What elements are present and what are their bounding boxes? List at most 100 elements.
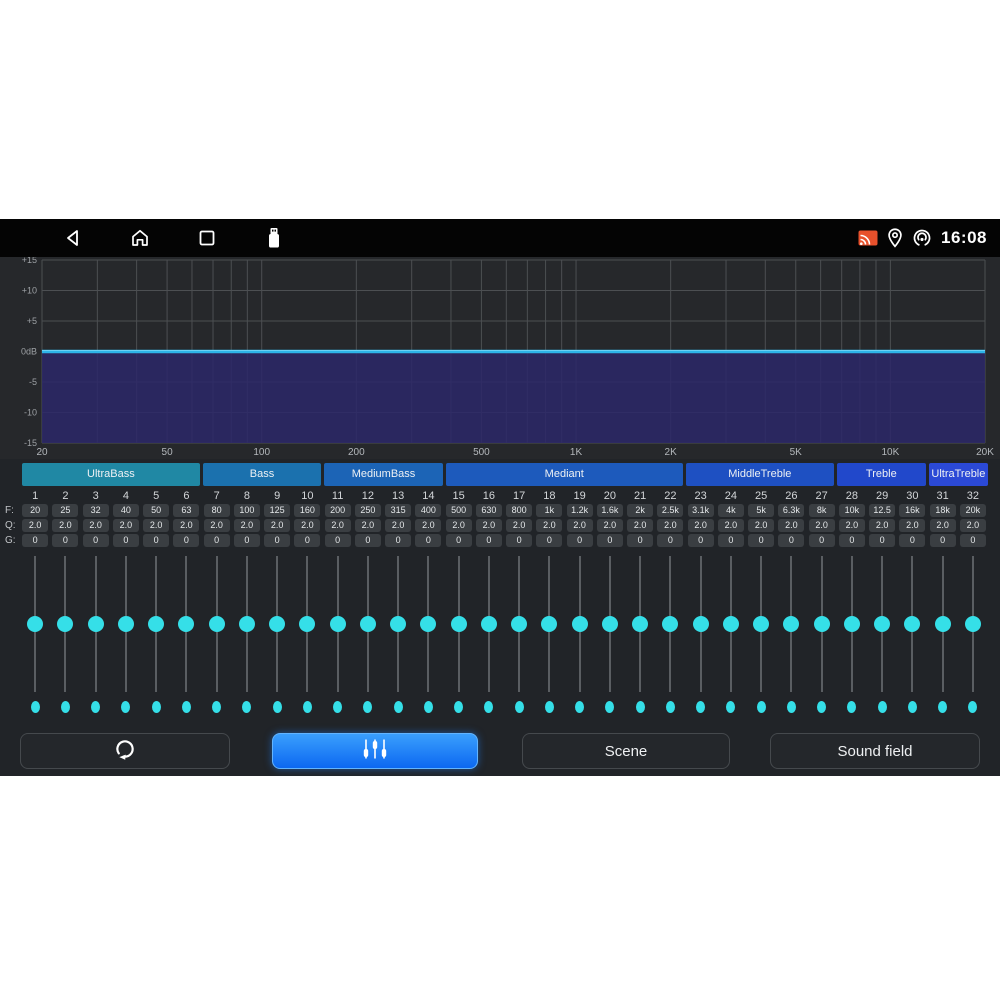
q-value[interactable]: 2.0 <box>264 519 290 532</box>
slider-knob[interactable] <box>814 616 830 632</box>
q-value[interactable]: 2.0 <box>778 519 804 532</box>
slider-knob[interactable] <box>299 616 315 632</box>
freq-value[interactable]: 200 <box>325 504 351 517</box>
eq-slider[interactable] <box>232 556 262 692</box>
gain-value[interactable]: 0 <box>536 534 562 547</box>
slider-knob[interactable] <box>209 616 225 632</box>
slider-knob[interactable] <box>602 616 618 632</box>
eq-slider[interactable] <box>504 556 534 692</box>
eq-slider[interactable] <box>202 556 232 692</box>
eq-slider[interactable] <box>746 556 776 692</box>
slider-knob[interactable] <box>904 616 920 632</box>
freq-value[interactable]: 1.2k <box>567 504 593 517</box>
q-value[interactable]: 2.0 <box>143 519 169 532</box>
reset-button[interactable] <box>20 733 230 769</box>
recents-icon[interactable] <box>195 226 219 250</box>
slider-knob[interactable] <box>874 616 890 632</box>
q-value[interactable]: 2.0 <box>355 519 381 532</box>
slider-knob[interactable] <box>481 616 497 632</box>
gain-value[interactable]: 0 <box>778 534 804 547</box>
slider-knob[interactable] <box>935 616 951 632</box>
slider-knob[interactable] <box>541 616 557 632</box>
freq-value[interactable]: 4k <box>718 504 744 517</box>
freq-value[interactable]: 3.1k <box>688 504 714 517</box>
slider-knob[interactable] <box>269 616 285 632</box>
eq-slider[interactable] <box>867 556 897 692</box>
q-value[interactable]: 2.0 <box>899 519 925 532</box>
eq-slider[interactable] <box>171 556 201 692</box>
slider-knob[interactable] <box>632 616 648 632</box>
gain-value[interactable]: 0 <box>294 534 320 547</box>
eq-slider[interactable] <box>716 556 746 692</box>
sound-field-button[interactable]: Sound field <box>770 733 980 769</box>
slider-knob[interactable] <box>148 616 164 632</box>
scene-button[interactable]: Scene <box>522 733 730 769</box>
gain-value[interactable]: 0 <box>567 534 593 547</box>
q-value[interactable]: 2.0 <box>657 519 683 532</box>
slider-knob[interactable] <box>57 616 73 632</box>
gain-value[interactable]: 0 <box>688 534 714 547</box>
eq-slider[interactable] <box>20 556 50 692</box>
gain-value[interactable]: 0 <box>325 534 351 547</box>
gain-value[interactable]: 0 <box>718 534 744 547</box>
freq-value[interactable]: 50 <box>143 504 169 517</box>
eq-slider[interactable] <box>928 556 958 692</box>
eq-slider[interactable] <box>383 556 413 692</box>
q-value[interactable]: 2.0 <box>627 519 653 532</box>
freq-value[interactable]: 400 <box>415 504 441 517</box>
slider-knob[interactable] <box>178 616 194 632</box>
eq-slider[interactable] <box>444 556 474 692</box>
gain-value[interactable]: 0 <box>173 534 199 547</box>
freq-value[interactable]: 10k <box>839 504 865 517</box>
freq-value[interactable]: 2.5k <box>657 504 683 517</box>
gain-value[interactable]: 0 <box>506 534 532 547</box>
back-icon[interactable] <box>61 226 85 250</box>
freq-value[interactable]: 80 <box>204 504 230 517</box>
freq-value[interactable]: 315 <box>385 504 411 517</box>
gain-value[interactable]: 0 <box>22 534 48 547</box>
q-value[interactable]: 2.0 <box>204 519 230 532</box>
eq-slider[interactable] <box>323 556 353 692</box>
freq-value[interactable]: 2k <box>627 504 653 517</box>
freq-value[interactable]: 100 <box>234 504 260 517</box>
q-value[interactable]: 2.0 <box>234 519 260 532</box>
home-icon[interactable] <box>128 226 152 250</box>
freq-value[interactable]: 630 <box>476 504 502 517</box>
eq-mode-button[interactable] <box>272 733 478 769</box>
q-value[interactable]: 2.0 <box>476 519 502 532</box>
gain-value[interactable]: 0 <box>355 534 381 547</box>
eq-slider[interactable] <box>897 556 927 692</box>
eq-slider[interactable] <box>958 556 988 692</box>
freq-value[interactable]: 1k <box>536 504 562 517</box>
freq-value[interactable]: 25 <box>52 504 78 517</box>
eq-slider[interactable] <box>595 556 625 692</box>
eq-slider[interactable] <box>141 556 171 692</box>
gain-value[interactable]: 0 <box>899 534 925 547</box>
q-value[interactable]: 2.0 <box>536 519 562 532</box>
freq-value[interactable]: 250 <box>355 504 381 517</box>
gain-value[interactable]: 0 <box>597 534 623 547</box>
freq-value[interactable]: 20 <box>22 504 48 517</box>
eq-slider[interactable] <box>413 556 443 692</box>
q-value[interactable]: 2.0 <box>597 519 623 532</box>
gain-value[interactable]: 0 <box>204 534 230 547</box>
q-value[interactable]: 2.0 <box>83 519 109 532</box>
gain-value[interactable]: 0 <box>960 534 986 547</box>
q-value[interactable]: 2.0 <box>22 519 48 532</box>
freq-value[interactable]: 1.6k <box>597 504 623 517</box>
gain-value[interactable]: 0 <box>415 534 441 547</box>
q-value[interactable]: 2.0 <box>294 519 320 532</box>
gain-value[interactable]: 0 <box>234 534 260 547</box>
q-value[interactable]: 2.0 <box>809 519 835 532</box>
slider-knob[interactable] <box>723 616 739 632</box>
slider-knob[interactable] <box>572 616 588 632</box>
q-value[interactable]: 2.0 <box>415 519 441 532</box>
eq-slider[interactable] <box>776 556 806 692</box>
slider-knob[interactable] <box>662 616 678 632</box>
freq-value[interactable]: 63 <box>173 504 199 517</box>
gain-value[interactable]: 0 <box>839 534 865 547</box>
gain-value[interactable]: 0 <box>476 534 502 547</box>
gain-value[interactable]: 0 <box>657 534 683 547</box>
gain-value[interactable]: 0 <box>143 534 169 547</box>
q-value[interactable]: 2.0 <box>748 519 774 532</box>
